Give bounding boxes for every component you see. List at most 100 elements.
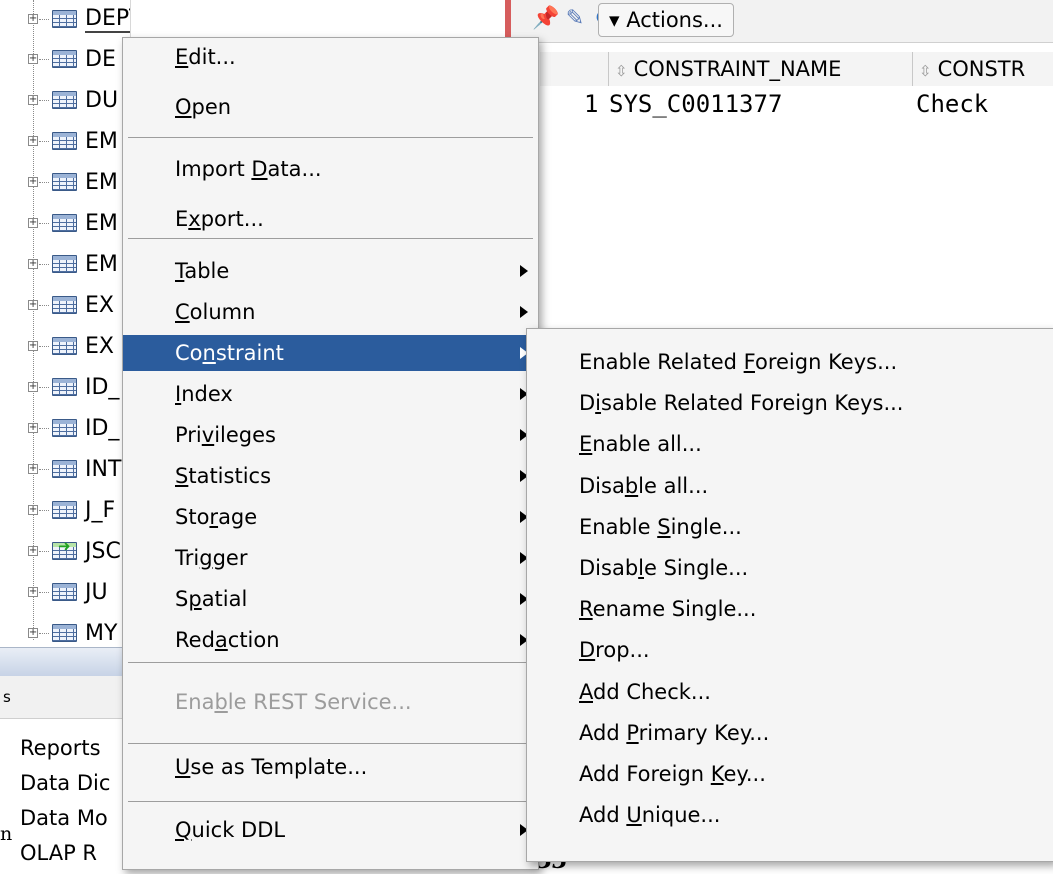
- submenu-item-drop[interactable]: Drop...: [527, 632, 1053, 668]
- tree-item[interactable]: + JU: [0, 577, 130, 607]
- submenu-item-enable-single[interactable]: Enable Single...: [527, 509, 1053, 545]
- column-header-constraint-name[interactable]: ⇳ CONSTRAINT_NAME: [609, 52, 913, 86]
- tree-connector: [39, 509, 49, 511]
- expand-icon[interactable]: +: [28, 54, 38, 64]
- tree-connector: [39, 468, 49, 470]
- tree-item[interactable]: + EX: [0, 290, 130, 320]
- submenu-item-disable-related-foreign-keys[interactable]: Disable Related Foreign Keys...: [527, 385, 1053, 421]
- submenu-item-enable-all[interactable]: Enable all...: [527, 426, 1053, 462]
- tree-item[interactable]: + EM: [0, 249, 130, 279]
- lower-item-reports[interactable]: Reports: [20, 736, 101, 760]
- tree-item[interactable]: + ID_: [0, 413, 130, 443]
- submenu-item-enable-related-foreign-keys[interactable]: Enable Related Foreign Keys...: [527, 344, 1053, 380]
- menu-item-text: Q: [175, 818, 192, 842]
- cell-constraint-type[interactable]: Check: [916, 86, 988, 122]
- tree-item[interactable]: + EM: [0, 126, 130, 156]
- tree-item[interactable]: + JSC: [0, 536, 130, 566]
- tree-item[interactable]: + INT: [0, 454, 130, 484]
- sort-icon: ⇳: [919, 62, 932, 80]
- expand-icon[interactable]: +: [28, 505, 38, 515]
- lower-item-data-dictionary[interactable]: Data Dic: [20, 771, 110, 795]
- submenu-item-disable-single[interactable]: Disable Single...: [527, 550, 1053, 586]
- menu-separator: [128, 662, 533, 663]
- submenu-item-add-check[interactable]: Add Check...: [527, 674, 1053, 710]
- expand-icon[interactable]: +: [28, 423, 38, 433]
- submenu-item-rename-single[interactable]: Rename Single...: [527, 591, 1053, 627]
- menu-item-privileges[interactable]: Privileges: [123, 417, 538, 453]
- expand-icon[interactable]: +: [28, 218, 38, 228]
- tree-item[interactable]: + MY: [0, 618, 130, 645]
- menu-item-import-data[interactable]: Import Data...: [123, 151, 538, 187]
- column-header-label: CONSTRAINT_NAME: [633, 57, 842, 81]
- tree-item[interactable]: + DU: [0, 85, 130, 115]
- tree-item-label: EM: [85, 210, 118, 236]
- expand-icon[interactable]: +: [28, 546, 38, 556]
- menu-item-use-as-template[interactable]: Use as Template...: [123, 749, 538, 785]
- tree-item[interactable]: + EM: [0, 208, 130, 238]
- edit-pencil-icon[interactable]: ✎: [562, 6, 588, 32]
- menu-item-label: Disable Single...: [579, 550, 748, 586]
- menu-item-constraint[interactable]: Constraint: [123, 335, 538, 371]
- panel-splitter[interactable]: [0, 647, 130, 677]
- actions-dropdown-button[interactable]: ▾ Actions...: [598, 3, 734, 37]
- tree-item[interactable]: + EM: [0, 167, 130, 197]
- expand-icon[interactable]: +: [28, 300, 38, 310]
- menu-item-edit[interactable]: Edit...: [123, 39, 538, 75]
- expand-icon[interactable]: +: [28, 14, 38, 24]
- expand-icon[interactable]: +: [28, 587, 38, 597]
- lower-item-data-modeler[interactable]: Data Mo: [20, 806, 108, 830]
- menu-item-label: Add Check...: [579, 674, 711, 710]
- submenu-item-disable-all[interactable]: Disable all...: [527, 468, 1053, 504]
- submenu-item-add-unique[interactable]: Add Unique...: [527, 797, 1053, 833]
- menu-item-statistics[interactable]: Statistics: [123, 458, 538, 494]
- expand-icon[interactable]: +: [28, 136, 38, 146]
- menu-item-text: Enable Related: [579, 350, 744, 374]
- menu-item-export[interactable]: Export...: [123, 201, 538, 237]
- menu-item-text: ingle...: [670, 514, 742, 539]
- menu-item-text: R: [579, 597, 593, 622]
- menu-item-label: Column: [175, 294, 255, 330]
- expand-icon[interactable]: +: [28, 95, 38, 105]
- tree-item[interactable]: + EX: [0, 331, 130, 361]
- expand-icon[interactable]: +: [28, 177, 38, 187]
- tree-item[interactable]: + ID_: [0, 372, 130, 402]
- column-header-constraint-type[interactable]: ⇳ CONSTR: [913, 52, 1053, 86]
- menu-item-quick-ddl[interactable]: Quick DDL: [123, 812, 538, 848]
- expand-icon[interactable]: +: [28, 341, 38, 351]
- menu-item-label: Drop...: [579, 632, 650, 668]
- menu-item-redaction[interactable]: Redaction: [123, 622, 538, 658]
- submenu-item-add-primary-key[interactable]: Add Primary Key...: [527, 715, 1053, 751]
- menu-item-trigger[interactable]: Trigger: [123, 540, 538, 576]
- table-icon: [52, 132, 77, 150]
- cell-constraint-name[interactable]: SYS_C0011377: [609, 86, 782, 122]
- expand-icon[interactable]: +: [28, 628, 38, 638]
- expand-icon[interactable]: +: [28, 464, 38, 474]
- menu-item-text: Ena: [175, 690, 215, 714]
- tree-item[interactable]: + DE: [0, 44, 130, 74]
- tree-item[interactable]: + DEPT: [0, 4, 130, 34]
- menu-item-table[interactable]: Table: [123, 253, 538, 289]
- menu-item-storage[interactable]: Storage: [123, 499, 538, 535]
- table-row[interactable]: 1 SYS_C0011377 Check: [540, 86, 1053, 122]
- menu-item-text: le all...: [638, 473, 709, 498]
- menu-item-index[interactable]: Index: [123, 376, 538, 412]
- tree-item-label: EM: [85, 128, 118, 154]
- menu-item-text: U: [626, 803, 642, 828]
- menu-item-text: O: [175, 95, 192, 119]
- lower-item-olap[interactable]: OLAP R: [20, 841, 97, 865]
- expand-icon[interactable]: +: [28, 259, 38, 269]
- submenu-item-add-foreign-key[interactable]: Add Foreign Key...: [527, 756, 1053, 792]
- menu-item-column[interactable]: Column: [123, 294, 538, 330]
- tree-item[interactable]: + J_F: [0, 495, 130, 525]
- expand-icon[interactable]: +: [28, 382, 38, 392]
- menu-item-text: Tri: [175, 546, 200, 570]
- menu-item-label: Edit...: [175, 39, 236, 75]
- menu-item-text: E: [175, 45, 189, 69]
- tree-item-label: JSC: [85, 538, 121, 564]
- menu-item-open[interactable]: Open: [123, 89, 538, 125]
- pin-icon[interactable]: 📌: [532, 6, 559, 32]
- menu-item-label: Add Foreign Key...: [579, 756, 766, 792]
- submenu-arrow-icon: [520, 306, 528, 318]
- table-icon: [52, 624, 77, 642]
- menu-item-spatial[interactable]: Spatial: [123, 581, 538, 617]
